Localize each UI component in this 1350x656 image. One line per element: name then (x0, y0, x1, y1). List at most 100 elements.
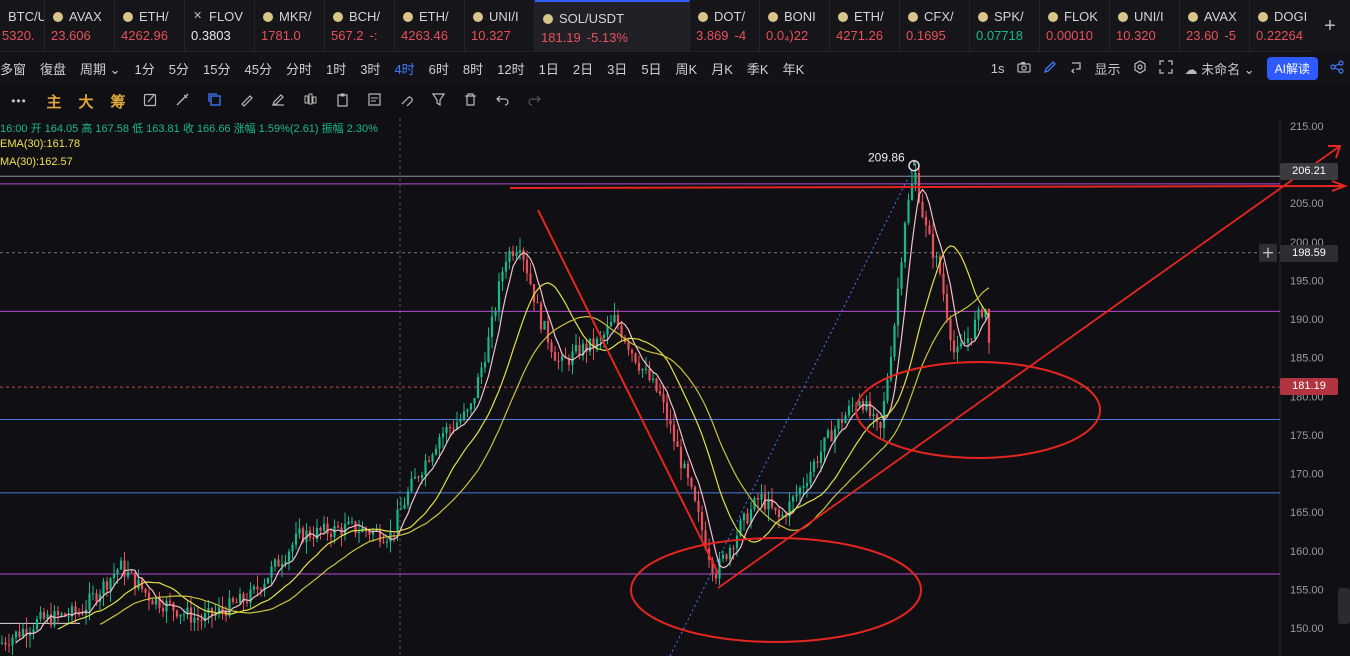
scroll-handle[interactable] (1338, 588, 1350, 624)
price-value: 0.00010 (1046, 28, 1093, 43)
more-menu-icon[interactable]: ••• (0, 94, 38, 108)
interval-item[interactable]: 月K (704, 59, 740, 78)
share-icon[interactable] (1324, 59, 1350, 77)
candle-body (438, 437, 441, 449)
interval-1s[interactable]: 1s (985, 61, 1011, 76)
interval-item[interactable]: 年K (776, 59, 812, 78)
interval-item[interactable]: 6时 (422, 59, 456, 78)
ticker-tab[interactable]: BCH/567.2 -: (325, 0, 395, 52)
interval-item[interactable]: 5日 (634, 59, 668, 78)
price-change: -4 (734, 28, 747, 43)
ticker-tab[interactable]: BTC/U 5320. (0, 0, 45, 52)
ticker-tab[interactable]: UNI/I 10.320 (1110, 0, 1180, 52)
candle-body (819, 451, 823, 464)
ticker-tab[interactable]: UNI/I 10.327 (465, 0, 535, 52)
brush-icon[interactable] (230, 92, 262, 111)
big-order-button[interactable]: 大 (70, 91, 102, 112)
candle-body (399, 508, 403, 510)
ticker-tab[interactable]: DOT/3.869 -4 (690, 0, 760, 52)
candle-body (329, 533, 333, 537)
interval-item[interactable]: 周K (669, 59, 705, 78)
pencil-icon[interactable] (262, 92, 294, 111)
chip-distribution-button[interactable]: 筹 (102, 91, 134, 112)
interval-item[interactable]: 3日 (600, 59, 634, 78)
magnet-icon[interactable] (390, 92, 422, 111)
interval-item[interactable]: 12时 (490, 59, 531, 78)
clipboard-icon[interactable] (326, 92, 358, 111)
interval-item[interactable]: 5分 (162, 59, 196, 78)
undo-icon[interactable] (486, 92, 518, 111)
interval-item[interactable]: 1时 (319, 59, 353, 78)
interval-item[interactable]: 分时 (279, 59, 319, 78)
interval-item[interactable]: 15分 (196, 59, 237, 78)
add-tab-button[interactable]: + (1310, 0, 1350, 52)
ticker-price: 0.00010 (1046, 28, 1093, 43)
candle-body (193, 617, 196, 623)
interval-item[interactable]: 周期 ⌄ (73, 59, 128, 78)
ticker-tab[interactable]: ETH/4271.26 (830, 0, 900, 52)
candle-body (266, 577, 270, 584)
interval-item[interactable]: 復盘 (33, 59, 73, 78)
ticker-tab[interactable]: ETH/4262.96 (115, 0, 185, 52)
price-chart[interactable]: 215.00 205.00 200.00 195.00 190.00 185.00 180.… (0, 118, 1350, 656)
ticker-price: 567.2 -: (331, 28, 378, 43)
candle-body (760, 493, 763, 500)
main-indicator-button[interactable]: 主 (38, 91, 70, 112)
ma-line-mid (57, 245, 990, 630)
candle-body (413, 476, 417, 479)
ticker-tab[interactable]: ✕ FLOV 0.3803 (185, 0, 255, 52)
layout-name-dropdown[interactable]: ☁ 未命名 ⌄ (1179, 59, 1261, 78)
candle-body (651, 378, 655, 381)
candle-body (609, 322, 613, 327)
ticker-tab[interactable]: FLOK 0.00010 (1040, 0, 1110, 52)
interval-item[interactable]: 4时 (387, 59, 421, 78)
price-value: 23.60 (1186, 28, 1219, 43)
settings-icon[interactable] (1127, 59, 1153, 77)
trash-icon[interactable] (454, 92, 486, 111)
candle-body (557, 360, 560, 362)
candle-body (669, 420, 672, 425)
display-button[interactable]: 显示 (1089, 59, 1127, 78)
interval-item[interactable]: 多窗 (0, 59, 33, 78)
interval-item[interactable]: 3时 (353, 59, 387, 78)
candle-body (326, 523, 329, 534)
ticker-tab[interactable]: SPK/0.07718 (970, 0, 1040, 52)
candle-body (298, 528, 301, 534)
candlestick-chart[interactable]: 215.00205.00200.00195.00190.00185.00180.… (0, 118, 1350, 656)
ticker-tab[interactable]: AVAX 23.60 -5 (1180, 0, 1250, 52)
price-value: 4262.96 (121, 28, 168, 43)
ticker-tab[interactable]: SOL/USDT 181.19 -5.13% (535, 0, 690, 52)
indicator-edit-icon[interactable] (134, 92, 166, 111)
ticker-tab[interactable]: CFX/0.1695 (900, 0, 970, 52)
ticker-price: 23.60 -5 (1186, 28, 1236, 43)
ticker-tab[interactable]: AVAX 23.606 (45, 0, 115, 52)
ticker-tab[interactable]: ETH/4263.46 (395, 0, 465, 52)
interval-item[interactable]: 1日 (532, 59, 566, 78)
filter-icon[interactable] (422, 92, 454, 111)
camera-icon[interactable] (1011, 61, 1037, 76)
candle-body (252, 586, 256, 590)
ai-interpret-button[interactable]: AI解读 (1266, 56, 1318, 80)
fullscreen-icon[interactable] (1153, 59, 1179, 77)
pen-icon[interactable] (1037, 60, 1063, 77)
interval-item[interactable]: 1分 (128, 59, 162, 78)
interval-item[interactable]: 季K (740, 59, 776, 78)
ruler-icon[interactable] (166, 92, 198, 111)
candle-body (798, 487, 802, 495)
redo-icon[interactable] (518, 92, 550, 111)
candles-icon[interactable] (294, 92, 326, 111)
ticker-tab[interactable]: BONI 0.0₄)22 (760, 0, 830, 52)
plus-icon: + (1324, 14, 1336, 37)
candle-body (630, 349, 634, 354)
candle-body (81, 613, 84, 615)
interval-item[interactable]: 8时 (456, 59, 490, 78)
ticker-tab[interactable]: MKR/1781.0 (255, 0, 325, 52)
note-icon[interactable] (358, 92, 390, 111)
copy-icon[interactable] (198, 92, 230, 111)
interval-item[interactable]: 45分 (237, 59, 278, 78)
candle-body (875, 414, 879, 423)
candle-body (676, 441, 679, 447)
candle-body (574, 345, 578, 352)
rotate-icon[interactable] (1063, 60, 1089, 77)
interval-item[interactable]: 2日 (566, 59, 600, 78)
